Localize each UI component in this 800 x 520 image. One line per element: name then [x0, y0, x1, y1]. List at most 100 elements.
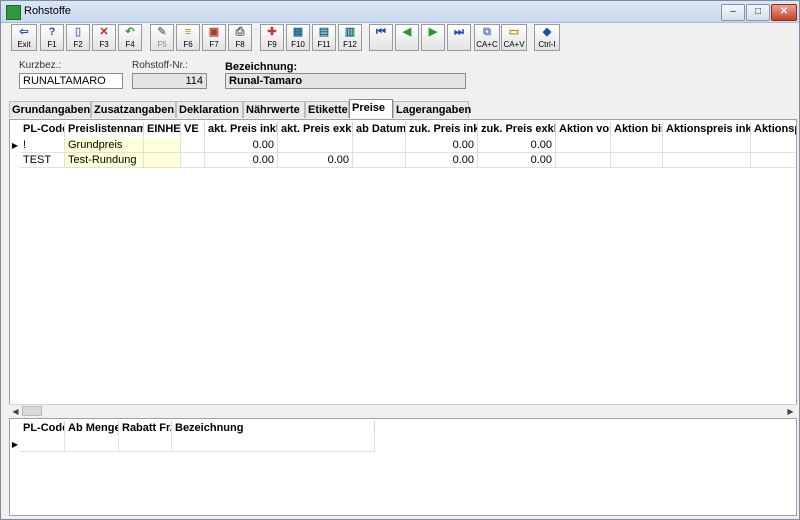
price-grid-cell[interactable] — [144, 153, 181, 168]
price-grid-cell[interactable]: 0.00 — [406, 153, 478, 168]
price-grid-column-header[interactable]: zuk. Preis inkl. — [406, 122, 478, 137]
next-record-button[interactable]: ▶ — [421, 24, 445, 51]
row-indicator-icon — [10, 153, 20, 168]
maximize-button[interactable]: □ — [746, 4, 770, 21]
price-grid-column-header[interactable]: PL-Code — [20, 122, 65, 137]
price-grid-cell[interactable]: 0.00 — [278, 153, 353, 168]
toolbar-button-label: F2 — [73, 40, 83, 49]
kurzbez-field[interactable]: RUNALTAMARO — [19, 73, 123, 89]
tab-lagerangaben[interactable]: Lagerangaben — [393, 101, 471, 118]
price-grid-cell[interactable]: TEST — [20, 153, 65, 168]
copy-button[interactable]: ⧉ CA+C — [474, 24, 500, 51]
price-grid-cell[interactable]: 0.00 — [478, 138, 556, 153]
price-grid-cell[interactable] — [663, 153, 751, 168]
last-record-button[interactable]: ⏭ — [447, 24, 471, 51]
f7-button[interactable]: ▣ F7 — [202, 24, 226, 51]
close-button[interactable]: ✕ — [771, 4, 797, 21]
price-grid-cell[interactable]: Grundpreis — [65, 138, 144, 153]
f11-icon: ▤ — [318, 26, 330, 38]
price-grid-cell[interactable] — [611, 153, 663, 168]
f5-icon: ✎ — [157, 26, 167, 38]
price-grid-column-header[interactable]: Aktionspreis inkl. — [663, 122, 751, 137]
price-grid-cell[interactable] — [751, 153, 796, 168]
scale-grid-cell[interactable] — [65, 437, 119, 452]
price-grid-column-header[interactable]: ab Datum — [353, 122, 406, 137]
f11-button[interactable]: ▤ F11 — [312, 24, 336, 51]
scale-grid-column-header[interactable]: Ab Menge — [65, 421, 119, 436]
f2-button[interactable]: ▯ F2 — [66, 24, 90, 51]
tab-grundangaben[interactable]: Grundangaben — [9, 101, 91, 118]
price-grid-cell[interactable]: 0.00 — [478, 153, 556, 168]
f3-button[interactable]: ✕ F3 — [92, 24, 116, 51]
price-grid-cell[interactable]: Test-Rundung — [65, 153, 144, 168]
f12-button[interactable]: ▥ F12 — [338, 24, 362, 51]
scrollbar-thumb[interactable] — [22, 406, 42, 416]
f1-button[interactable]: ? F1 — [40, 24, 64, 51]
f1-icon: ? — [48, 26, 56, 38]
price-grid-column-header[interactable]: Preislistenname — [65, 122, 144, 137]
f9-button[interactable]: ✚ F9 — [260, 24, 284, 51]
first-record-button[interactable]: ⏮ — [369, 24, 393, 51]
price-grid-cell[interactable] — [181, 138, 205, 153]
f8-button[interactable]: ⎙ F8 — [228, 24, 252, 51]
f4-button[interactable]: ↶ F4 — [118, 24, 142, 51]
tab-zusatzangaben[interactable]: Zusatzangaben — [91, 101, 176, 118]
scale-grid-cell[interactable] — [172, 437, 375, 452]
scale-grid-cell[interactable] — [20, 437, 65, 452]
scroll-left-icon[interactable]: ◀ — [9, 405, 22, 418]
title-bar: Rohstoffe – □ ✕ — [1, 1, 799, 23]
quantity-discount-grid[interactable]: PL-Code Ab Menge Rabatt Fr. Bezeichnung ▶ — [9, 418, 797, 516]
ctrl-i-button[interactable]: ◆ Ctrl-I — [534, 24, 560, 51]
previous-record-button[interactable]: ◀ — [395, 24, 419, 51]
price-grid-column-header[interactable]: EINHEIT — [144, 122, 181, 137]
f8-icon: ⎙ — [235, 26, 245, 38]
f6-icon: ≡ — [184, 26, 192, 38]
paste-button[interactable]: ▭ CA+V — [501, 24, 527, 51]
price-grid-column-header[interactable]: akt. Preis inkl. — [205, 122, 278, 137]
f6-button[interactable]: ≡ F6 — [176, 24, 200, 51]
tab-preise[interactable]: Preise — [349, 99, 393, 118]
price-grid-cell[interactable] — [663, 138, 751, 153]
price-grid-cell[interactable]: ! — [20, 138, 65, 153]
price-grid[interactable]: PL-CodePreislistennameEINHEITVEakt. Prei… — [9, 119, 797, 416]
price-grid-column-header[interactable]: Aktionspreis exkl. — [751, 122, 796, 137]
price-grid-cell[interactable] — [556, 138, 611, 153]
exit-button[interactable]: ⇦ Exit — [11, 24, 37, 51]
scale-grid-column-header[interactable]: Bezeichnung — [172, 421, 375, 436]
tab-deklaration[interactable]: Deklaration — [176, 101, 243, 118]
price-grid-column-header[interactable]: zuk. Preis exkl. — [478, 122, 556, 137]
toolbar-button-label: CA+V — [503, 40, 525, 49]
f10-button[interactable]: ▦ F10 — [286, 24, 310, 51]
price-grid-cell[interactable] — [181, 153, 205, 168]
record-header: Kurzbez.: RUNALTAMARO Rohstoff-Nr.: 114 … — [1, 56, 799, 98]
price-grid-column-header[interactable]: akt. Preis exkl. — [278, 122, 353, 137]
f4-icon: ↶ — [125, 26, 135, 38]
price-grid-cell[interactable] — [611, 138, 663, 153]
scale-grid-cell[interactable] — [119, 437, 172, 452]
toolbar-button-label: F7 — [209, 40, 219, 49]
price-grid-cell[interactable] — [353, 153, 406, 168]
price-grid-cell[interactable]: 0.00 — [205, 138, 278, 153]
price-grid-cell[interactable] — [144, 138, 181, 153]
price-grid-cell[interactable] — [353, 138, 406, 153]
price-grid-cell[interactable] — [556, 153, 611, 168]
horizontal-scrollbar[interactable]: ◀ ▶ — [9, 404, 797, 418]
f5-button[interactable]: ✎ F5 — [150, 24, 174, 51]
scroll-right-icon[interactable]: ▶ — [784, 405, 797, 418]
minimize-button[interactable]: – — [721, 4, 745, 21]
price-grid-column-header[interactable]: Aktion bis — [611, 122, 663, 137]
toolbar-button-label: F5 — [157, 40, 167, 49]
price-grid-cell[interactable]: 0.00 — [406, 138, 478, 153]
tab-naehrwerte[interactable]: Nährwerte — [243, 101, 305, 118]
price-grid-cell[interactable]: 0.00 — [205, 153, 278, 168]
price-grid-cell[interactable] — [751, 138, 796, 153]
scale-grid-column-header[interactable]: PL-Code — [20, 421, 65, 436]
tab-etikette[interactable]: Etikette — [305, 101, 349, 118]
rohstoffe-window: Rohstoffe – □ ✕ ⇦ Exit? F1 ▯ F2 ✕ F3 ↶ F4 ✎ F5 ≡ F6 ▣… — [0, 0, 800, 520]
price-grid-column-header[interactable]: VE — [181, 122, 205, 137]
price-grid-column-header[interactable]: Aktion von — [556, 122, 611, 137]
scale-grid-column-header[interactable]: Rabatt Fr. — [119, 421, 172, 436]
toolbar-button-label: Exit — [17, 40, 31, 49]
price-grid-cell[interactable] — [278, 138, 353, 153]
toolbar-button-label: F12 — [343, 40, 357, 49]
